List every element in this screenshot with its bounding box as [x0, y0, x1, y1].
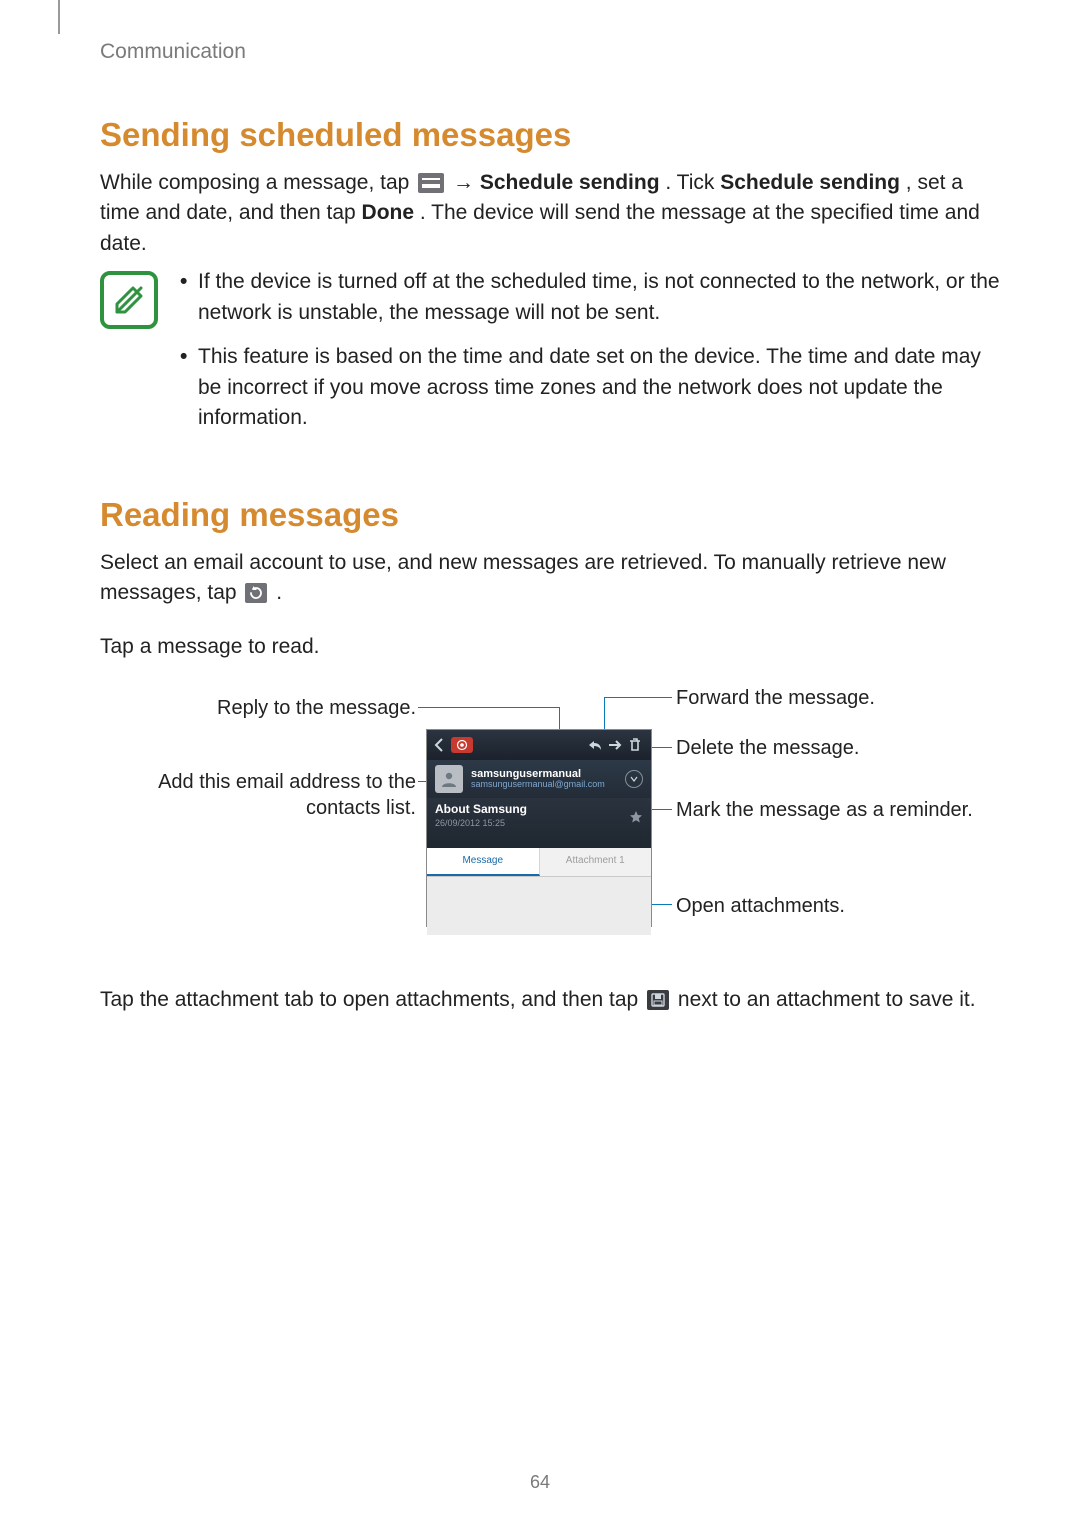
- breadcrumb: Communication: [100, 40, 1000, 64]
- refresh-icon: [245, 583, 267, 603]
- text-bold: Done: [362, 201, 415, 224]
- text: While composing a message, tap: [100, 171, 415, 194]
- para-schedule-sending: While composing a message, tap → Schedul…: [100, 168, 1000, 259]
- text-bold: Schedule sending: [480, 171, 660, 194]
- text: contacts list.: [306, 797, 416, 819]
- note-list: • If the device is turned off at the sch…: [180, 267, 1000, 447]
- sender-email: samsungusermanual@gmail.com: [471, 780, 625, 790]
- message-screenshot-figure: Reply to the message. Add this email add…: [136, 685, 926, 941]
- note-item: • This feature is based on the time and …: [180, 342, 1000, 433]
- callout-forward: Forward the message.: [676, 685, 936, 711]
- message-body-area: [427, 877, 651, 935]
- back-icon[interactable]: [433, 738, 445, 752]
- subject-row: About Samsung 26/09/2012 15:25: [427, 798, 651, 848]
- forward-icon[interactable]: [605, 738, 625, 752]
- sender-row[interactable]: samsungusermanual samsungusermanual@gmai…: [427, 760, 651, 798]
- save-icon: [647, 990, 669, 1010]
- subject-title: About Samsung: [435, 802, 643, 816]
- heading-reading-messages: Reading messages: [100, 496, 1000, 534]
- delete-icon[interactable]: [625, 738, 645, 752]
- text: →: [453, 171, 480, 194]
- star-icon[interactable]: [629, 810, 643, 829]
- note-text: This feature is based on the time and da…: [198, 342, 1000, 433]
- leader-line: [418, 707, 560, 708]
- text: Select an email account to use, and new …: [100, 551, 946, 604]
- callout-mark-reminder: Mark the message as a reminder.: [676, 797, 976, 823]
- text: Tap the attachment tab to open attachmen…: [100, 988, 644, 1011]
- bullet-icon: •: [180, 267, 198, 328]
- text: . Tick: [665, 171, 720, 194]
- message-tabs: Message Attachment 1: [427, 848, 651, 877]
- tab-message[interactable]: Message: [427, 848, 540, 876]
- phone-screenshot: samsungusermanual samsungusermanual@gmai…: [426, 729, 652, 927]
- bullet-icon: •: [180, 342, 198, 433]
- heading-sending-scheduled-messages: Sending scheduled messages: [100, 116, 1000, 154]
- para-reading-1: Select an email account to use, and new …: [100, 548, 1000, 609]
- top-page-rule: [58, 0, 60, 34]
- callout-open-attachments: Open attachments.: [676, 893, 936, 919]
- text: .: [276, 581, 282, 604]
- reply-icon[interactable]: [585, 738, 605, 752]
- page-number: 64: [0, 1472, 1080, 1493]
- para-reading-2: Tap a message to read.: [100, 632, 1000, 662]
- phone-titlebar: [427, 730, 651, 760]
- callout-add-contact: Add this email address to the contacts l…: [136, 769, 416, 821]
- note-icon: [100, 271, 158, 329]
- callout-reply: Reply to the message.: [136, 695, 416, 721]
- leader-line: [604, 697, 672, 698]
- subject-date: 26/09/2012 15:25: [435, 818, 643, 828]
- note-text: If the device is turned off at the sched…: [198, 267, 1000, 328]
- text: Add this email address to the: [158, 771, 416, 793]
- text-bold: Schedule sending: [720, 171, 900, 194]
- callout-delete: Delete the message.: [676, 735, 936, 761]
- text: next to an attachment to save it.: [678, 988, 976, 1011]
- mail-app-icon: [451, 737, 473, 753]
- avatar-icon: [435, 765, 463, 793]
- note-item: • If the device is turned off at the sch…: [180, 267, 1000, 328]
- expand-icon[interactable]: [625, 770, 643, 788]
- menu-icon: [418, 173, 444, 193]
- tab-attachment[interactable]: Attachment 1: [540, 848, 652, 876]
- para-save-attachment: Tap the attachment tab to open attachmen…: [100, 985, 1000, 1015]
